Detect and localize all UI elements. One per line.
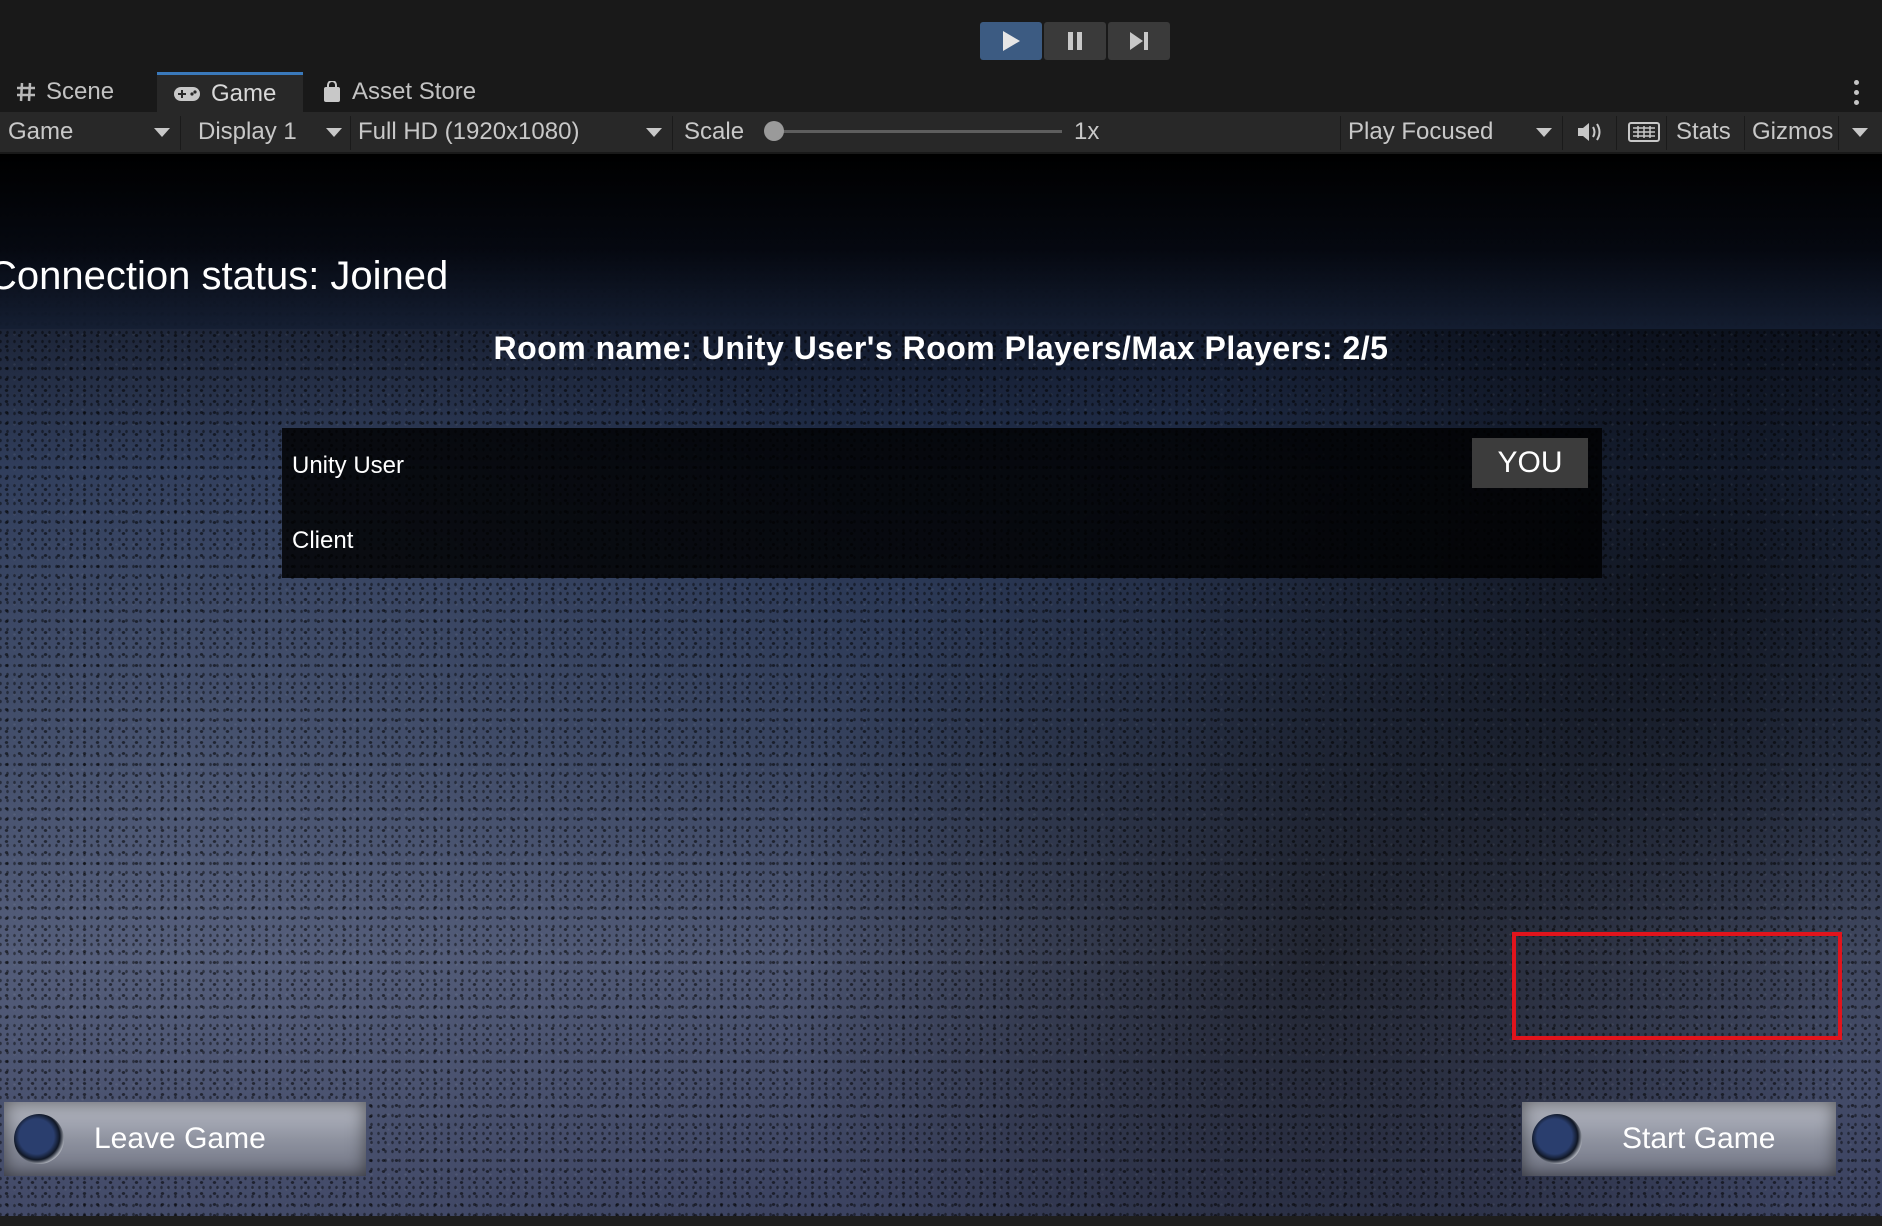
- button-orb-icon: [14, 1114, 64, 1164]
- game-view-toolbar: Game Display 1 Full HD (1920x1080) Scale…: [0, 112, 1882, 154]
- more-options-icon[interactable]: [1854, 80, 1860, 110]
- gamepad-icon: [174, 86, 200, 101]
- you-badge: YOU: [1472, 438, 1588, 488]
- connection-status: Connection status: Joined: [0, 254, 449, 298]
- player-name: Unity User: [292, 451, 405, 479]
- view-select[interactable]: Game: [0, 112, 178, 152]
- leave-game-button[interactable]: Leave Game: [4, 1102, 366, 1176]
- tab-scene[interactable]: Scene: [0, 72, 130, 112]
- player-list: Unity User YOU Client: [282, 428, 1602, 578]
- list-item: Client: [282, 503, 1602, 578]
- view-select-value: Game: [8, 118, 74, 145]
- leave-game-label: Leave Game: [94, 1122, 266, 1155]
- bottom-edge: [0, 1216, 1882, 1226]
- keyboard-shortcuts-button[interactable]: [1620, 112, 1670, 152]
- scale-value: 1x: [1074, 118, 1100, 145]
- shopping-bag-icon: [324, 81, 340, 102]
- room-title: Room name: Unity User's Room Players/Max…: [493, 330, 1389, 366]
- header-overlay: [0, 154, 1882, 329]
- pause-button[interactable]: [1044, 22, 1106, 60]
- play-icon: [1003, 31, 1020, 51]
- tab-label: Asset Store: [352, 78, 477, 105]
- keyboard-icon: [1628, 122, 1660, 142]
- editor-tab-bar: Scene Game Asset Store: [0, 72, 1882, 112]
- chevron-down-icon: [326, 128, 342, 137]
- mute-audio-button[interactable]: [1568, 112, 1608, 152]
- display-select[interactable]: Display 1: [190, 112, 350, 152]
- gizmos-button[interactable]: Gizmos: [1744, 112, 1833, 152]
- chevron-down-icon: [154, 128, 170, 137]
- pause-icon: [1068, 32, 1082, 50]
- scene-grid-icon: [17, 82, 35, 102]
- display-select-value: Display 1: [198, 118, 297, 145]
- stats-button[interactable]: Stats: [1668, 112, 1731, 152]
- speaker-icon: [1578, 123, 1601, 141]
- divider: [180, 116, 181, 150]
- resolution-select[interactable]: Full HD (1920x1080): [350, 112, 670, 152]
- gizmos-dropdown-icon[interactable]: [1852, 128, 1868, 137]
- scale-label: Scale: [684, 118, 745, 145]
- divider: [1838, 116, 1839, 150]
- chevron-down-icon: [646, 128, 662, 137]
- start-game-button[interactable]: Start Game: [1522, 1102, 1836, 1176]
- tab-label: Game: [211, 79, 277, 107]
- play-toolbar: [0, 0, 1882, 73]
- play-mode-select-value: Play Focused: [1348, 118, 1494, 145]
- start-game-label: Start Game: [1622, 1122, 1776, 1155]
- divider: [1616, 116, 1617, 150]
- play-controls: [980, 22, 1170, 60]
- divider: [1562, 116, 1563, 150]
- chevron-down-icon: [1536, 128, 1552, 137]
- player-name: Client: [292, 526, 354, 554]
- game-view: Connection status: Joined Room name: Uni…: [0, 154, 1882, 1216]
- tab-label: Scene: [46, 78, 115, 105]
- play-button[interactable]: [980, 22, 1042, 60]
- scale-slider-track[interactable]: [772, 130, 1062, 133]
- highlight-annotation: [1512, 932, 1842, 1040]
- list-item: Unity User YOU: [282, 428, 1602, 503]
- step-button[interactable]: [1108, 22, 1170, 60]
- play-mode-select[interactable]: Play Focused: [1340, 112, 1560, 152]
- tab-game[interactable]: Game: [157, 72, 303, 112]
- resolution-select-value: Full HD (1920x1080): [358, 118, 580, 145]
- tab-asset-store[interactable]: Asset Store: [306, 72, 492, 112]
- divider: [1666, 116, 1667, 150]
- divider: [672, 116, 673, 150]
- step-icon: [1130, 32, 1148, 50]
- scale-slider-thumb[interactable]: [764, 121, 784, 141]
- button-orb-icon: [1532, 1114, 1582, 1164]
